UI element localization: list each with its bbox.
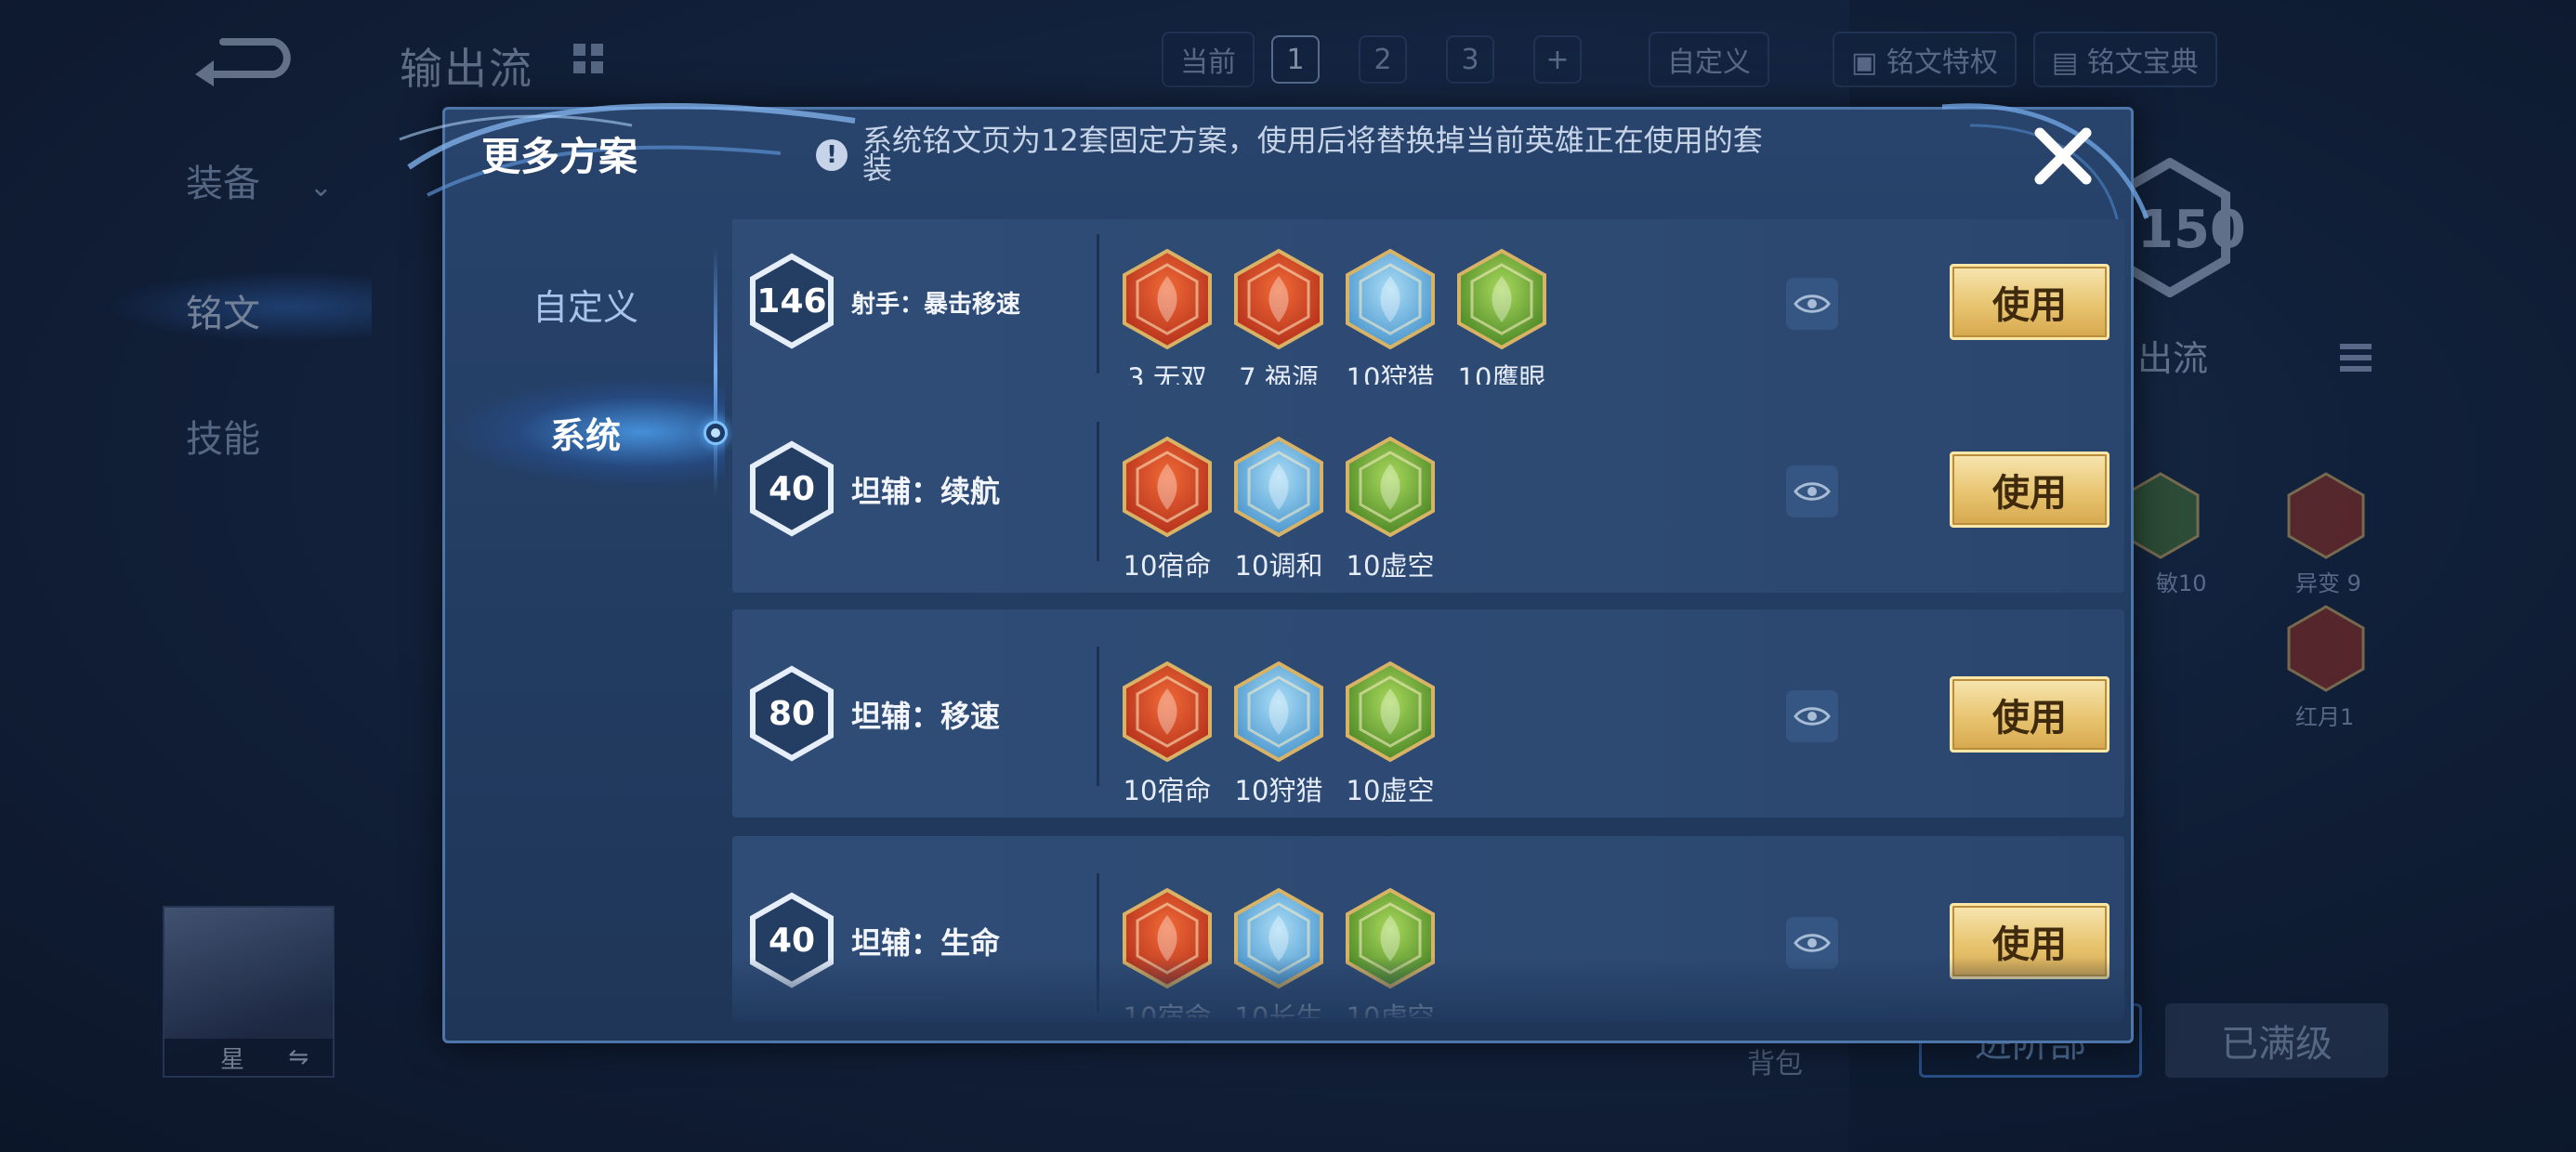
privilege-label: 铭文特权	[1886, 46, 1998, 79]
handbook-button[interactable]: ▤ 铭文宝典	[2032, 32, 2217, 87]
rune-label: 10宿命	[1123, 1001, 1212, 1018]
row-divider	[1097, 647, 1099, 786]
rune-label: 10宿命	[1123, 550, 1212, 582]
add-page-button[interactable]: +	[1533, 35, 1582, 84]
swap-icon[interactable]: ⇋	[288, 1043, 309, 1071]
blue-rune-icon	[1346, 248, 1435, 350]
red-rune-icon	[1123, 436, 1212, 538]
use-button[interactable]: 使用	[1950, 264, 2109, 340]
green-rune-icon	[1346, 436, 1435, 538]
preset-name: 坦辅：生命	[851, 925, 1001, 961]
mini-rune-label: 异变 9	[2295, 570, 2361, 596]
use-button[interactable]: 使用	[1950, 452, 2109, 528]
hero-avatar[interactable]: 星 ⇋	[163, 906, 335, 1078]
page-tab-2[interactable]: 2	[1359, 35, 1407, 84]
row-divider	[1097, 234, 1099, 373]
menu-item-rune[interactable]: 铭文	[186, 283, 260, 337]
row-divider	[1097, 873, 1099, 1013]
preview-button[interactable]	[1786, 690, 1838, 742]
eye-icon	[1794, 482, 1831, 501]
tab-custom[interactable]: 自定义	[493, 267, 678, 341]
preset-row: 40 坦辅：续航 10宿命 10调和 10虚空 使用	[732, 385, 2124, 593]
book-icon: ▣	[1851, 46, 1886, 79]
eye-icon	[1794, 295, 1831, 313]
rune-label: 10虚空	[1346, 1001, 1435, 1018]
preset-level: 40	[768, 921, 816, 960]
blue-rune-icon	[1234, 436, 1323, 538]
preset-level: 80	[768, 694, 816, 733]
handbook-icon: ▤	[2051, 46, 2087, 79]
menu-item-label: 装备	[186, 163, 260, 205]
use-button[interactable]: 使用	[1950, 903, 2109, 979]
handbook-label: 铭文宝典	[2086, 46, 2199, 79]
preset-row: 40 坦辅：生命 10宿命 10长生 10虚空 使用	[732, 836, 2124, 1018]
rune-label: 10长生	[1234, 1001, 1323, 1018]
menu-icon[interactable]	[2333, 334, 2379, 381]
eye-icon	[1794, 707, 1831, 726]
menu-item-equipment[interactable]: 装备 ⌄	[186, 153, 333, 207]
mini-rune-label: 敏10	[2156, 570, 2207, 596]
preview-button[interactable]	[1786, 278, 1838, 330]
rune-label: 10宿命	[1123, 775, 1212, 806]
back-arrow-icon[interactable]	[186, 33, 297, 88]
red-rune-icon	[1123, 661, 1212, 763]
tab-divider	[714, 246, 717, 497]
page-tab-3[interactable]: 3	[1446, 35, 1494, 84]
eye-icon	[1794, 934, 1831, 952]
green-rune-icon	[1457, 248, 1546, 350]
menu-item-skill[interactable]: 技能	[186, 409, 260, 463]
preset-name: 射手：暴击移速	[851, 291, 1021, 319]
row-divider	[1097, 422, 1099, 561]
close-button[interactable]	[2026, 119, 2100, 193]
preset-level: 40	[768, 469, 816, 508]
blue-rune-icon	[1234, 887, 1323, 989]
rune-label: 10虚空	[1346, 775, 1435, 806]
hero-name-bar: 星 ⇋	[164, 1039, 333, 1076]
max-level-button[interactable]: 已满级	[2165, 1003, 2388, 1078]
preview-button[interactable]	[1786, 917, 1838, 969]
mini-rune-label: 红月1	[2295, 704, 2355, 730]
tab-indicator-dot	[703, 421, 728, 445]
green-rune-icon	[1346, 661, 1435, 763]
preset-row: 146 射手：暴击移速 3 无双 7 祸源 10狩猎 10鹰眼 使用	[732, 219, 2124, 410]
rune-label: 10虚空	[1346, 550, 1435, 582]
rune-page-switcher: 当前 1 2 3 + 自定义 ▣ 铭文特权 ▤ 铭文宝典	[1162, 32, 2234, 87]
hero-name: 星	[220, 1045, 245, 1074]
dialog-title: 更多方案	[481, 134, 638, 179]
rune-label: 10调和	[1234, 550, 1323, 582]
red-rune-icon	[2287, 605, 2365, 692]
use-button[interactable]: 使用	[1950, 676, 2109, 753]
info-icon: !	[816, 139, 848, 171]
red-rune-icon	[1123, 887, 1212, 989]
bag-label[interactable]: 背包	[1747, 1041, 1803, 1081]
custom-button[interactable]: 自定义	[1649, 32, 1769, 87]
chevron-down-icon: ⌄	[309, 171, 333, 203]
red-rune-icon	[1234, 248, 1323, 350]
preview-button[interactable]	[1786, 465, 1838, 517]
preset-row: 80 坦辅：移速 10宿命 10狩猎 10虚空 使用	[732, 609, 2124, 818]
preset-name: 坦辅：续航	[851, 474, 1001, 509]
grid-icon[interactable]	[572, 42, 605, 75]
privilege-button[interactable]: ▣ 铭文特权	[1833, 32, 2017, 87]
dialog-notice: 系统铭文页为12套固定方案，使用后将替换掉当前英雄正在使用的套装	[862, 123, 1763, 186]
current-label: 当前	[1162, 32, 1255, 87]
red-rune-icon	[2287, 472, 2365, 559]
green-rune-icon	[1346, 887, 1435, 989]
blue-rune-icon	[1234, 661, 1323, 763]
page-tab-1[interactable]: 1	[1271, 35, 1320, 84]
game-screen: 输出流 当前 1 2 3 + 自定义 ▣ 铭文特权 ▤ 铭文宝典 装备 ⌄ 铭文…	[0, 0, 2576, 1152]
close-icon	[2034, 127, 2092, 185]
preset-list[interactable]: 146 射手：暴击移速 3 无双 7 祸源 10狩猎 10鹰眼 使用 40 坦辅：续航 10宿命 1…	[732, 219, 2124, 1018]
rune-label: 10狩猎	[1234, 775, 1323, 806]
preset-name: 坦辅：移速	[851, 699, 1001, 734]
red-rune-icon	[1123, 248, 1212, 350]
preset-level: 146	[756, 281, 827, 321]
scheme-title: 出流	[2137, 338, 2209, 379]
tab-system[interactable]: 系统	[493, 395, 678, 469]
